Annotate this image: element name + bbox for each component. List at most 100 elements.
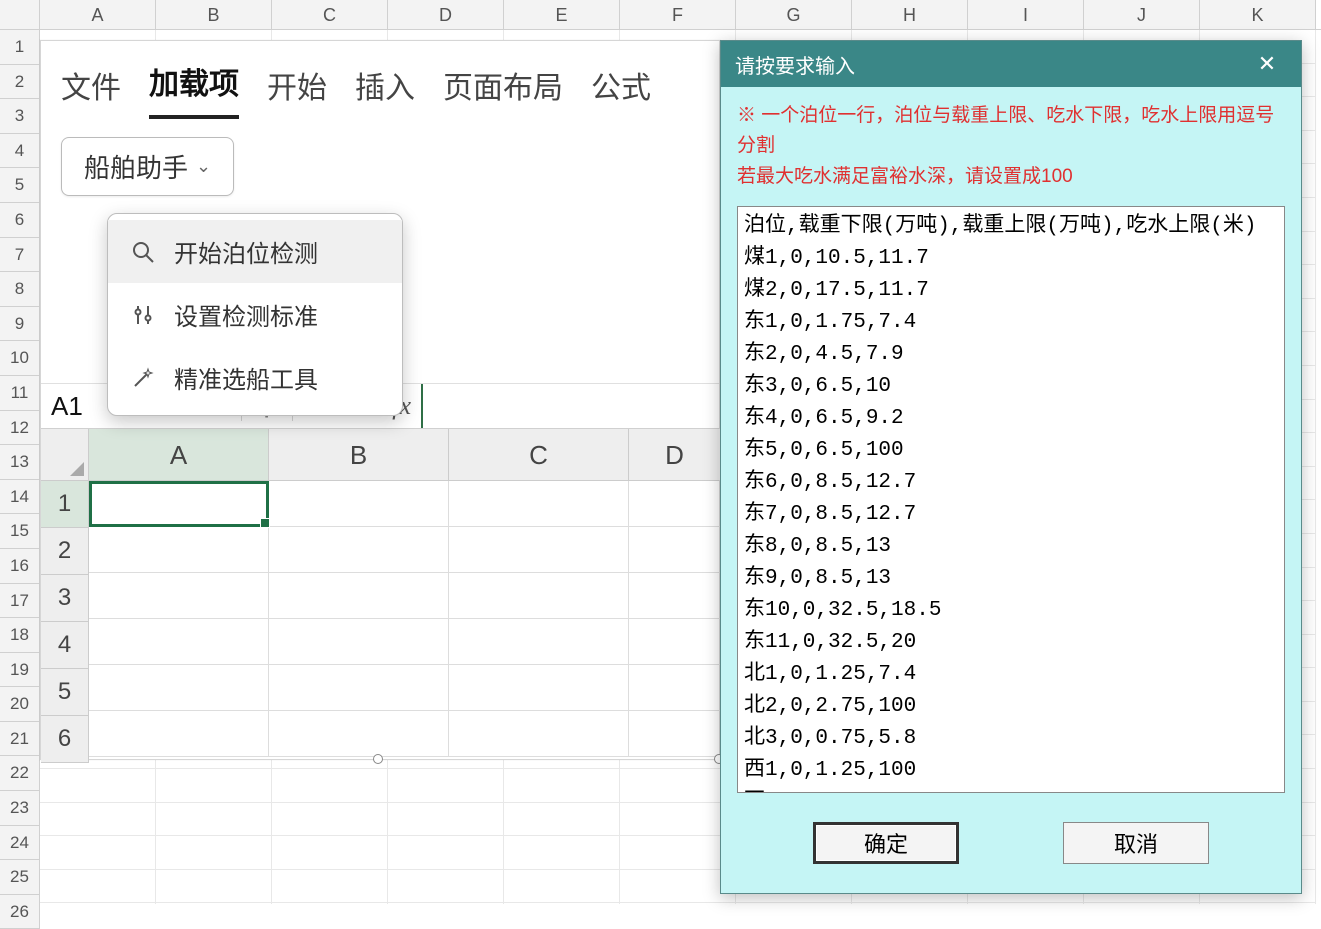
row-header-2[interactable]: 2 <box>41 528 89 575</box>
col-header-D[interactable]: D <box>629 429 721 480</box>
bg-row-1[interactable]: 1 <box>0 30 40 65</box>
bg-row-11[interactable]: 11 <box>0 376 40 411</box>
bg-row-2[interactable]: 2 <box>0 65 40 100</box>
bg-row-12[interactable]: 12 <box>0 411 40 446</box>
cell[interactable] <box>449 619 629 665</box>
dialog-textarea[interactable] <box>737 206 1285 793</box>
dropdown-set-standard[interactable]: 设置检测标准 <box>108 283 402 346</box>
cell[interactable] <box>629 711 721 757</box>
bg-row-19[interactable]: 19 <box>0 653 40 688</box>
bg-cell[interactable] <box>620 803 735 837</box>
cell[interactable] <box>269 481 449 527</box>
bg-row-18[interactable]: 18 <box>0 618 40 653</box>
bg-row-26[interactable]: 26 <box>0 895 40 929</box>
bg-row-3[interactable]: 3 <box>0 99 40 134</box>
select-all-corner[interactable] <box>41 429 89 481</box>
bg-cell[interactable] <box>40 836 155 870</box>
bg-col-C[interactable]: C <box>272 0 388 29</box>
ok-button[interactable]: 确定 <box>813 822 959 864</box>
cell[interactable] <box>629 527 721 573</box>
cell[interactable] <box>449 573 629 619</box>
bg-col-D[interactable]: D <box>388 0 504 29</box>
bg-row-17[interactable]: 17 <box>0 584 40 619</box>
row-header-4[interactable]: 4 <box>41 622 89 669</box>
bg-col-A[interactable]: A <box>40 0 156 29</box>
cell[interactable] <box>449 711 629 757</box>
bg-row-9[interactable]: 9 <box>0 307 40 342</box>
cell[interactable] <box>629 481 721 527</box>
bg-cell[interactable] <box>40 769 155 803</box>
tab-layout[interactable]: 页面布局 <box>443 63 563 119</box>
tab-home[interactable]: 开始 <box>267 63 327 119</box>
tab-addin[interactable]: 加载项 <box>149 59 239 119</box>
bg-row-10[interactable]: 10 <box>0 341 40 376</box>
bg-cell[interactable] <box>504 870 619 904</box>
bg-cell[interactable] <box>620 769 735 803</box>
col-header-C[interactable]: C <box>449 429 629 480</box>
tab-formula[interactable]: 公式 <box>591 63 651 119</box>
row-header-1[interactable]: 1 <box>41 481 89 528</box>
bg-row-7[interactable]: 7 <box>0 238 40 273</box>
bg-cell[interactable] <box>272 803 387 837</box>
bg-cell[interactable] <box>388 870 503 904</box>
bg-cell[interactable] <box>40 870 155 904</box>
cell[interactable] <box>629 665 721 711</box>
dialog-titlebar[interactable]: 请按要求输入 ✕ <box>721 41 1301 87</box>
row-header-5[interactable]: 5 <box>41 669 89 716</box>
cell[interactable] <box>89 619 269 665</box>
bg-cell[interactable] <box>156 769 271 803</box>
ship-assistant-button[interactable]: 船舶助手 ⌄ <box>61 137 234 196</box>
bg-col-B[interactable]: B <box>156 0 272 29</box>
cancel-button[interactable]: 取消 <box>1063 822 1209 864</box>
cell[interactable] <box>449 481 629 527</box>
cell[interactable] <box>629 573 721 619</box>
bg-cell[interactable] <box>272 870 387 904</box>
row-header-3[interactable]: 3 <box>41 575 89 622</box>
bg-col-E[interactable]: E <box>504 0 620 29</box>
cell[interactable] <box>269 527 449 573</box>
bg-row-25[interactable]: 25 <box>0 860 40 895</box>
bg-row-24[interactable]: 24 <box>0 826 40 861</box>
bg-cell[interactable] <box>504 836 619 870</box>
formula-input[interactable] <box>421 384 719 428</box>
bg-col-H[interactable]: H <box>852 0 968 29</box>
bg-row-4[interactable]: 4 <box>0 134 40 169</box>
bg-cell[interactable] <box>272 836 387 870</box>
close-button[interactable]: ✕ <box>1247 44 1287 84</box>
bg-col-I[interactable]: I <box>968 0 1084 29</box>
bg-row-22[interactable]: 22 <box>0 756 40 791</box>
cell[interactable] <box>269 665 449 711</box>
cell[interactable] <box>89 711 269 757</box>
bg-cell[interactable] <box>504 769 619 803</box>
cell[interactable] <box>89 665 269 711</box>
bg-col-F[interactable]: F <box>620 0 736 29</box>
col-header-B[interactable]: B <box>269 429 449 480</box>
tab-file[interactable]: 文件 <box>61 63 121 119</box>
bg-row-14[interactable]: 14 <box>0 480 40 515</box>
bg-col-J[interactable]: J <box>1084 0 1200 29</box>
cell[interactable] <box>89 573 269 619</box>
cell[interactable] <box>89 481 269 527</box>
bg-col-G[interactable]: G <box>736 0 852 29</box>
resize-handle-icon[interactable] <box>373 754 383 764</box>
bg-cell[interactable] <box>620 870 735 904</box>
bg-cell[interactable] <box>272 769 387 803</box>
bg-row-20[interactable]: 20 <box>0 687 40 722</box>
bg-cell[interactable] <box>388 803 503 837</box>
bg-row-15[interactable]: 15 <box>0 514 40 549</box>
cell[interactable] <box>89 527 269 573</box>
cell[interactable] <box>449 527 629 573</box>
bg-cell[interactable] <box>40 803 155 837</box>
bg-cell[interactable] <box>620 836 735 870</box>
dropdown-precise-tool[interactable]: 精准选船工具 <box>108 346 402 409</box>
col-header-A[interactable]: A <box>89 429 269 480</box>
cell[interactable] <box>449 665 629 711</box>
bg-cell[interactable] <box>504 803 619 837</box>
bg-row-23[interactable]: 23 <box>0 791 40 826</box>
bg-cell[interactable] <box>388 769 503 803</box>
bg-row-21[interactable]: 21 <box>0 722 40 757</box>
bg-row-13[interactable]: 13 <box>0 445 40 480</box>
cell[interactable] <box>269 573 449 619</box>
bg-cell[interactable] <box>388 836 503 870</box>
bg-row-6[interactable]: 6 <box>0 203 40 238</box>
